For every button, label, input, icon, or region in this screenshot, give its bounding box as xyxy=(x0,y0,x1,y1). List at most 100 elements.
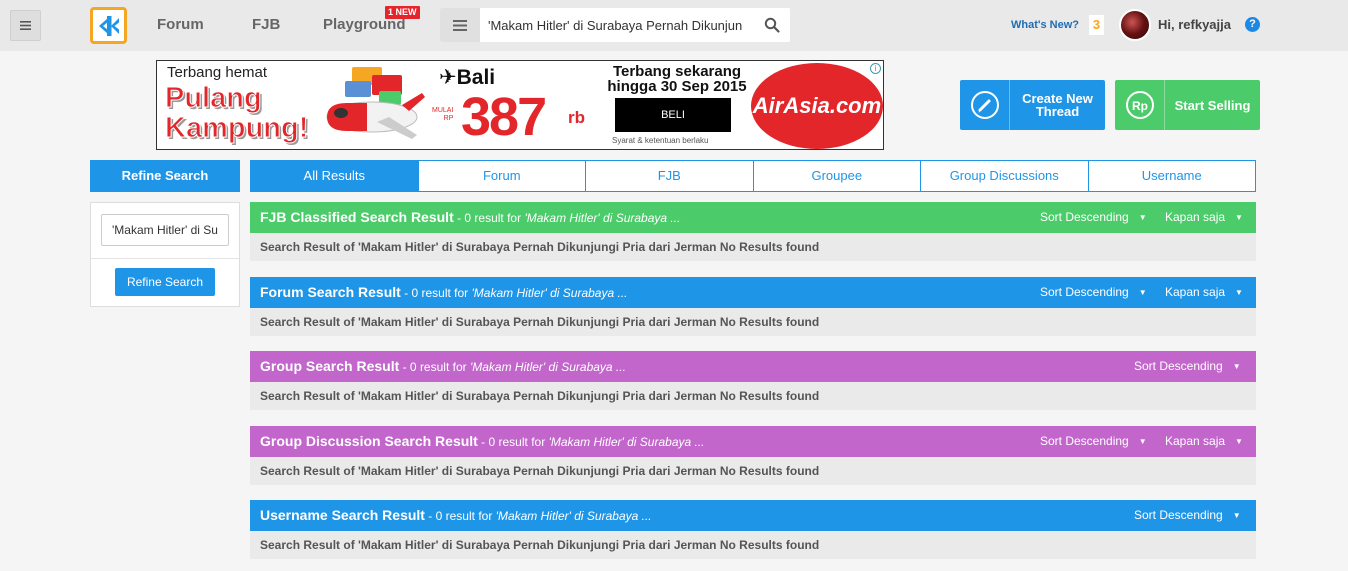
ad-terms: Syarat & ketentuan berlaku xyxy=(612,136,709,145)
sort-dropdown-label: Sort Descending xyxy=(1134,508,1223,522)
top-navbar: Forum FJB Playground 1 NEW What's New? 3… xyxy=(0,0,1348,51)
sort-dropdown[interactable]: Sort Descending ▼ xyxy=(1040,210,1147,224)
whats-new-link[interactable]: What's New? xyxy=(1011,19,1079,31)
sort-dropdown[interactable]: Sort Descending ▼ xyxy=(1134,508,1241,522)
search-input[interactable] xyxy=(488,8,750,42)
ad-price: 387 xyxy=(461,87,547,147)
section-result-message: Search Result of 'Makam Hitler' di Surab… xyxy=(250,233,1256,261)
nav-fjb-link[interactable]: FJB xyxy=(252,16,280,33)
refine-search-panel: Refine Search xyxy=(90,202,240,307)
section-title: FJB Classified Search Result - 0 result … xyxy=(260,209,680,225)
ad-headline: Pulang Kampung! xyxy=(164,82,309,144)
caret-down-icon: ▼ xyxy=(1235,288,1243,298)
refine-search-input[interactable] xyxy=(101,214,229,246)
refine-search-header: Refine Search xyxy=(90,160,240,192)
fjb-classified-result-section: FJB Classified Search Result - 0 result … xyxy=(250,202,1256,261)
ad-price-unit: rb xyxy=(568,108,585,127)
pencil-icon xyxy=(970,91,999,119)
airasia-ad-banner[interactable]: Terbang hemat Pulang Kampung! ✈Bali MULA… xyxy=(156,60,884,150)
section-query: 'Makam Hitler' di Surabaya ... xyxy=(471,286,628,300)
caret-down-icon: ▼ xyxy=(1235,213,1243,223)
create-label-line2: Thread xyxy=(1035,104,1080,119)
section-header: Group Discussion Search Result - 0 resul… xyxy=(250,426,1256,457)
ad-currency-label: RP xyxy=(443,115,454,122)
section-query: 'Makam Hitler' di Surabaya ... xyxy=(524,211,681,225)
search-icon[interactable] xyxy=(764,17,780,33)
new-badge: 1 NEW xyxy=(385,6,420,19)
tab-forum[interactable]: Forum xyxy=(417,160,586,192)
tab-username[interactable]: Username xyxy=(1087,160,1256,192)
create-new-thread-label: Create New Thread xyxy=(1010,92,1105,118)
caret-down-icon: ▼ xyxy=(1235,437,1243,447)
tab-fjb[interactable]: FJB xyxy=(585,160,754,192)
rupiah-icon-text: Rp xyxy=(1132,99,1148,113)
sell-icon-wrap: Rp xyxy=(1115,80,1165,130)
user-avatar[interactable] xyxy=(1119,9,1151,41)
search-category-button[interactable] xyxy=(440,8,480,42)
menu-lines-icon xyxy=(453,19,467,31)
help-icon[interactable]: ? xyxy=(1245,17,1260,32)
refine-search-button[interactable]: Refine Search xyxy=(115,268,215,296)
caret-down-icon: ▼ xyxy=(1138,437,1147,447)
sort-dropdown-label: Sort Descending xyxy=(1040,434,1129,448)
sort-dropdown-label: Sort Descending xyxy=(1134,359,1223,373)
caret-down-icon: ▼ xyxy=(1232,362,1241,372)
ad-info-icon[interactable]: i xyxy=(870,63,881,74)
time-dropdown[interactable]: Kapan saja ▼ xyxy=(1165,434,1243,448)
section-result-count: - 0 result for xyxy=(399,360,470,374)
caret-down-icon: ▼ xyxy=(1138,213,1147,223)
rupiah-icon: Rp xyxy=(1125,91,1154,119)
ad-promo-text: Terbang sekarang hingga 30 Sep 2015 xyxy=(602,64,752,94)
section-result-message: Search Result of 'Makam Hitler' di Surab… xyxy=(250,457,1256,485)
hamburger-icon xyxy=(20,21,31,30)
tab-group-discussions[interactable]: Group Discussions xyxy=(920,160,1089,192)
group-discussion-result-section: Group Discussion Search Result - 0 resul… xyxy=(250,426,1256,485)
section-result-message: Search Result of 'Makam Hitler' di Surab… xyxy=(250,308,1256,336)
sort-dropdown[interactable]: Sort Descending ▼ xyxy=(1134,359,1241,373)
sort-dropdown[interactable]: Sort Descending ▼ xyxy=(1040,285,1147,299)
section-result-count: - 0 result for xyxy=(453,211,525,225)
ad-headline-line1: Pulang xyxy=(164,82,262,114)
sort-dropdown[interactable]: Sort Descending ▼ xyxy=(1040,434,1147,448)
kaskus-logo[interactable] xyxy=(90,7,127,44)
result-type-tabs: All Results Forum FJB Groupee Group Disc… xyxy=(250,160,1256,192)
section-title-text: Username Search Result xyxy=(260,507,425,523)
airasia-logo: AirAsia.com xyxy=(751,63,883,149)
username-result-section: Username Search Result - 0 result for 'M… xyxy=(250,500,1256,559)
airplane-luggage-illustration xyxy=(326,67,425,139)
side-menu-button[interactable] xyxy=(10,10,41,41)
time-dropdown-label: Kapan saja xyxy=(1165,285,1226,299)
section-title: Forum Search Result - 0 result for 'Maka… xyxy=(260,284,628,300)
section-result-message: Search Result of 'Makam Hitler' di Surab… xyxy=(250,382,1256,410)
refine-divider xyxy=(91,258,239,259)
sort-dropdown-label: Sort Descending xyxy=(1040,285,1129,299)
user-greeting[interactable]: Hi, refkyajja xyxy=(1158,17,1231,32)
section-result-message: Search Result of 'Makam Hitler' di Surab… xyxy=(250,531,1256,559)
kaskus-k-icon xyxy=(98,15,119,36)
create-new-thread-button[interactable]: Create New Thread xyxy=(960,80,1105,130)
section-header: Username Search Result - 0 result for 'M… xyxy=(250,500,1256,531)
section-title-text: Group Discussion Search Result xyxy=(260,433,478,449)
ad-promo-line1: Terbang sekarang xyxy=(612,63,742,80)
time-dropdown[interactable]: Kapan saja ▼ xyxy=(1165,210,1243,224)
ad-tagline: Terbang hemat xyxy=(167,64,268,81)
section-header: FJB Classified Search Result - 0 result … xyxy=(250,202,1256,233)
section-title: Group Discussion Search Result - 0 resul… xyxy=(260,433,705,449)
ad-headline-line2: Kampung! xyxy=(164,112,309,144)
section-header: Group Search Result - 0 result for 'Maka… xyxy=(250,351,1256,382)
notification-count-badge[interactable]: 3 xyxy=(1089,15,1104,35)
section-title: Username Search Result - 0 result for 'M… xyxy=(260,507,652,523)
section-query: 'Makam Hitler' di Surabaya ... xyxy=(495,509,652,523)
tab-all-results[interactable]: All Results xyxy=(250,160,419,192)
ad-starting-from: MULAI RP xyxy=(432,107,453,123)
start-selling-button[interactable]: Rp Start Selling xyxy=(1115,80,1260,130)
ad-mulai-label: MULAI xyxy=(432,107,454,114)
section-query: 'Makam Hitler' di Surabaya ... xyxy=(548,435,705,449)
tab-groupee[interactable]: Groupee xyxy=(752,160,921,192)
caret-down-icon: ▼ xyxy=(1138,288,1147,298)
time-dropdown-label: Kapan saja xyxy=(1165,210,1226,224)
ad-buy-button[interactable]: BELI xyxy=(615,98,731,132)
nav-forum-link[interactable]: Forum xyxy=(157,16,204,33)
time-dropdown[interactable]: Kapan saja ▼ xyxy=(1165,285,1243,299)
start-selling-label: Start Selling xyxy=(1174,97,1251,113)
